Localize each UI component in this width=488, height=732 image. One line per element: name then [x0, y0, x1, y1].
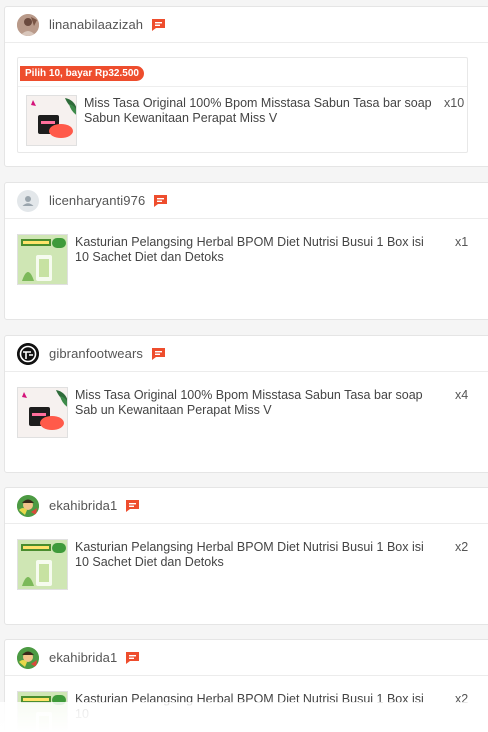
- item-name[interactable]: Miss Tasa Original 100% Bpom Misstasa Sa…: [84, 96, 436, 146]
- order-header: ekahibrida1: [5, 640, 488, 676]
- chat-icon[interactable]: [153, 194, 168, 208]
- order-card: ekahibrida1 Kasturian Pelangsing Herbal …: [4, 487, 488, 625]
- chat-icon[interactable]: [151, 347, 166, 361]
- item-name[interactable]: Kasturian Pelangsing Herbal BPOM Diet Nu…: [75, 235, 437, 285]
- item-quantity: x1: [455, 235, 469, 249]
- item-quantity: x4: [455, 388, 469, 402]
- order-header: gibranfootwears: [5, 336, 488, 372]
- product-thumbnail[interactable]: [17, 539, 68, 590]
- avatar[interactable]: [17, 494, 39, 517]
- username[interactable]: gibranfootwears: [49, 346, 143, 361]
- order-header: ekahibrida1: [5, 488, 488, 524]
- username[interactable]: licenharyanti976: [49, 193, 145, 208]
- bottom-fade-overlay: [0, 702, 488, 732]
- order-card: gibranfootwears Miss Tasa Original 100% …: [4, 335, 488, 473]
- avatar[interactable]: [17, 342, 39, 365]
- username[interactable]: linanabilaazizah: [49, 17, 143, 32]
- order-card: linanabilaazizah Pilih 10, bayar Rp32.50…: [4, 6, 488, 167]
- chat-icon[interactable]: [125, 651, 140, 665]
- order-item[interactable]: Kasturian Pelangsing Herbal BPOM Diet Nu…: [17, 234, 437, 285]
- order-item[interactable]: Kasturian Pelangsing Herbal BPOM Diet Nu…: [17, 539, 437, 590]
- avatar[interactable]: [17, 189, 39, 212]
- order-item[interactable]: Miss Tasa Original 100% Bpom Misstasa Sa…: [26, 95, 466, 146]
- order-item[interactable]: Miss Tasa Original 100% Bpom Misstasa Sa…: [17, 387, 447, 438]
- promo-badge[interactable]: Pilih 10, bayar Rp32.500: [20, 66, 144, 81]
- chat-icon[interactable]: [125, 499, 140, 513]
- bundle-deal-box: Pilih 10, bayar Rp32.500 Miss Tasa Origi…: [17, 57, 468, 153]
- chat-icon[interactable]: [151, 18, 166, 32]
- avatar[interactable]: [17, 646, 39, 669]
- item-quantity: x10: [444, 96, 465, 110]
- order-header: licenharyanti976: [5, 183, 488, 219]
- order-card: licenharyanti976 Kasturian Pelangsing He…: [4, 182, 488, 320]
- person-icon: [22, 195, 34, 206]
- product-thumbnail[interactable]: [17, 234, 68, 285]
- username[interactable]: ekahibrida1: [49, 650, 117, 665]
- username[interactable]: ekahibrida1: [49, 498, 117, 513]
- order-header: linanabilaazizah: [5, 7, 488, 43]
- item-name[interactable]: Miss Tasa Original 100% Bpom Misstasa Sa…: [75, 388, 447, 438]
- item-name[interactable]: Kasturian Pelangsing Herbal BPOM Diet Nu…: [75, 540, 437, 590]
- item-quantity: x2: [455, 540, 469, 554]
- avatar[interactable]: [17, 13, 39, 36]
- product-thumbnail[interactable]: [17, 387, 68, 438]
- product-thumbnail[interactable]: [26, 95, 77, 146]
